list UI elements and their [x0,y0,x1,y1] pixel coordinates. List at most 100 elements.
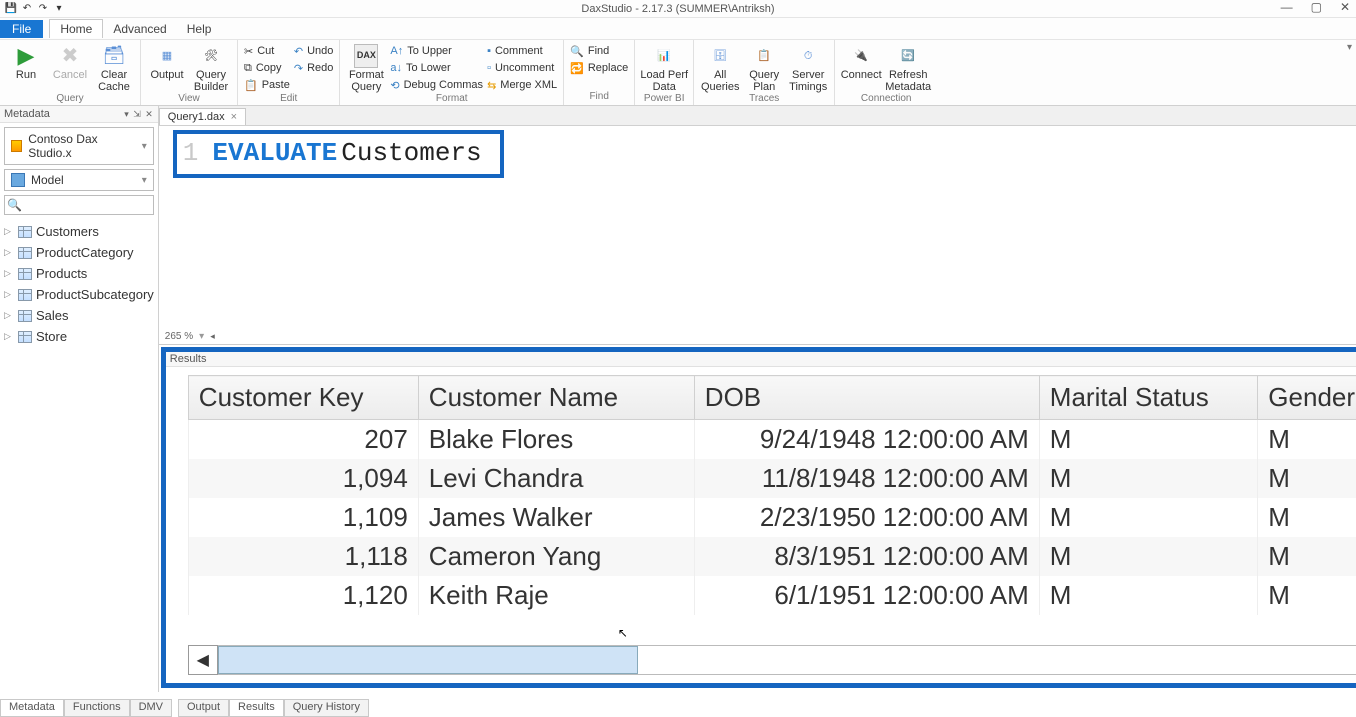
qat-save-icon[interactable]: 💾 [4,1,18,15]
replace-button[interactable]: 🔁Replace [570,60,628,76]
ribbon-collapse-icon[interactable]: ▾ [1347,42,1352,53]
expand-icon[interactable]: ▷ [4,226,14,237]
menu-home[interactable]: Home [49,19,103,38]
play-icon: ▶ [14,44,38,68]
tree-item-products[interactable]: ▷Products [2,263,156,284]
col-gender[interactable]: Gender [1258,376,1356,420]
expand-icon[interactable]: ▷ [4,268,14,279]
table-row[interactable]: 1,109James Walker2/23/1950 12:00:00 AMMM… [188,498,1356,537]
cell-marital-status: M [1039,459,1258,498]
debug-commas-button[interactable]: ⟲Debug Commas [390,77,483,93]
metadata-search[interactable]: 🔍 [4,195,154,215]
to-lower-button[interactable]: a↓To Lower [390,60,483,76]
expand-icon[interactable]: ▷ [4,310,14,321]
to-upper-button[interactable]: A↑To Upper [390,43,483,59]
ribbon-group-format: DAX Format Query A↑To Upper a↓To Lower ⟲… [340,40,564,105]
tree-item-sales[interactable]: ▷Sales [2,305,156,326]
code-editor[interactable]: 1 EVALUATE Customers 265 %▾◂ [159,126,1356,345]
title-bar: 💾 ↶ ↷ ▾ DaxStudio - 2.17.3 (SUMMER\Antri… [0,0,1356,18]
query-builder-button[interactable]: 🛠 Query Builder [191,42,231,93]
copy-icon: ⧉ [244,62,252,75]
results-header-row[interactable]: Customer Key Customer Name DOB Marital S… [188,376,1356,420]
qat-undo-icon[interactable]: ↶ [20,1,34,15]
server-timings-button[interactable]: ⏱Server Timings [788,42,828,93]
clear-cache-button[interactable]: 🗃 Clear Cache [94,42,134,93]
editor-column: Query1.dax × 1 EVALUATE Customers 265 %▾… [159,106,1356,692]
table-row[interactable]: 1,118Cameron Yang8/3/1951 12:00:00 AMMMc… [188,537,1356,576]
horizontal-scrollbar[interactable]: ◀ ↖ ▶ [188,645,1356,675]
refresh-metadata-button[interactable]: 🔄Refresh Metadata [885,42,931,93]
cell-marital-status: M [1039,537,1258,576]
ribbon: ▾ ▶ Run ✖ Cancel 🗃 Clear Cache Query ▦ O… [0,40,1356,106]
menu-file[interactable]: File [0,20,43,38]
model-selector[interactable]: Model ▾ [4,169,154,191]
col-dob[interactable]: DOB [694,376,1039,420]
query-plan-icon: 📋 [752,44,776,68]
tab-dmv[interactable]: DMV [130,699,172,717]
tree-item-customers[interactable]: ▷Customers [2,221,156,242]
table-row[interactable]: 207Blake Flores9/24/1948 12:00:00 AMMMbl [188,420,1356,460]
cell-customer-key: 1,118 [188,537,418,576]
merge-xml-icon: ⇆ [487,79,496,92]
tab-query-history[interactable]: Query History [284,699,369,717]
panel-tools[interactable]: ▾ ⇲ ✕ [124,109,154,120]
undo-button[interactable]: ↶Undo [294,43,334,59]
tab-results[interactable]: Results [229,699,284,717]
comment-button[interactable]: ▪Comment [487,43,557,59]
merge-xml-button[interactable]: ⇆Merge XML [487,77,557,93]
minimize-button[interactable]: — [1281,0,1293,14]
document-tab[interactable]: Query1.dax × [159,108,246,125]
table-row[interactable]: 1,120Keith Raje6/1/1951 12:00:00 AMMMke [188,576,1356,615]
close-button[interactable]: ✕ [1340,0,1350,14]
zoom-indicator[interactable]: 265 %▾◂ [165,331,215,342]
expand-icon[interactable]: ▷ [4,247,14,258]
col-customer-name[interactable]: Customer Name [418,376,694,420]
qat-redo-icon[interactable]: ↷ [36,1,50,15]
cell-gender: M [1258,537,1356,576]
paste-button[interactable]: 📋Paste [244,77,290,93]
chevron-down-icon: ▾ [142,141,147,152]
query-plan-button[interactable]: 📋Query Plan [744,42,784,93]
connect-button[interactable]: 🔌Connect [841,42,881,81]
dax-icon: DAX [354,44,378,68]
expand-icon[interactable]: ▷ [4,289,14,300]
cell-marital-status: M [1039,498,1258,537]
uncomment-button[interactable]: ▫Uncomment [487,60,557,76]
output-button[interactable]: ▦ Output [147,42,187,81]
scroll-track[interactable]: ↖ [218,645,1356,675]
expand-icon[interactable]: ▷ [4,331,14,342]
cancel-button[interactable]: ✖ Cancel [50,42,90,81]
copy-button[interactable]: ⧉Copy [244,60,290,76]
tree-item-productsubcategory[interactable]: ▷ProductSubcategory [2,284,156,305]
tree-item-productcategory[interactable]: ▷ProductCategory [2,242,156,263]
uncomment-icon: ▫ [487,62,491,74]
qat-dropdown-icon[interactable]: ▾ [52,1,66,15]
tree-item-store[interactable]: ▷Store [2,326,156,347]
scroll-thumb[interactable] [218,646,638,674]
connect-icon: 🔌 [849,44,873,68]
menu-help[interactable]: Help [177,20,222,38]
col-customer-key[interactable]: Customer Key [188,376,418,420]
scroll-left-icon[interactable]: ◀ [188,645,218,675]
redo-button[interactable]: ↷Redo [294,60,334,76]
metadata-search-input[interactable] [26,198,151,212]
tab-output[interactable]: Output [178,699,229,717]
table-icon [18,268,32,280]
format-query-button[interactable]: DAX Format Query [346,42,386,93]
cut-button[interactable]: ✂Cut [244,43,290,59]
maximize-button[interactable]: ▢ [1311,0,1322,14]
find-button[interactable]: 🔍Find [570,43,628,59]
run-button[interactable]: ▶ Run [6,42,46,81]
cell-customer-name: Keith Raje [418,576,694,615]
tab-metadata[interactable]: Metadata [0,699,64,717]
cell-customer-key: 1,109 [188,498,418,537]
results-grid[interactable]: Customer Key Customer Name DOB Marital S… [166,367,1356,683]
table-row[interactable]: 1,094Levi Chandra11/8/1948 12:00:00 AMMM… [188,459,1356,498]
close-tab-icon[interactable]: × [231,111,237,123]
col-marital-status[interactable]: Marital Status [1039,376,1258,420]
tab-functions[interactable]: Functions [64,699,130,717]
database-selector[interactable]: Contoso Dax Studio.x ▾ [4,127,154,165]
menu-advanced[interactable]: Advanced [103,20,176,38]
load-perf-data-button[interactable]: 📊 Load Perf Data [641,42,687,93]
all-queries-button[interactable]: 🗄All Queries [700,42,740,93]
